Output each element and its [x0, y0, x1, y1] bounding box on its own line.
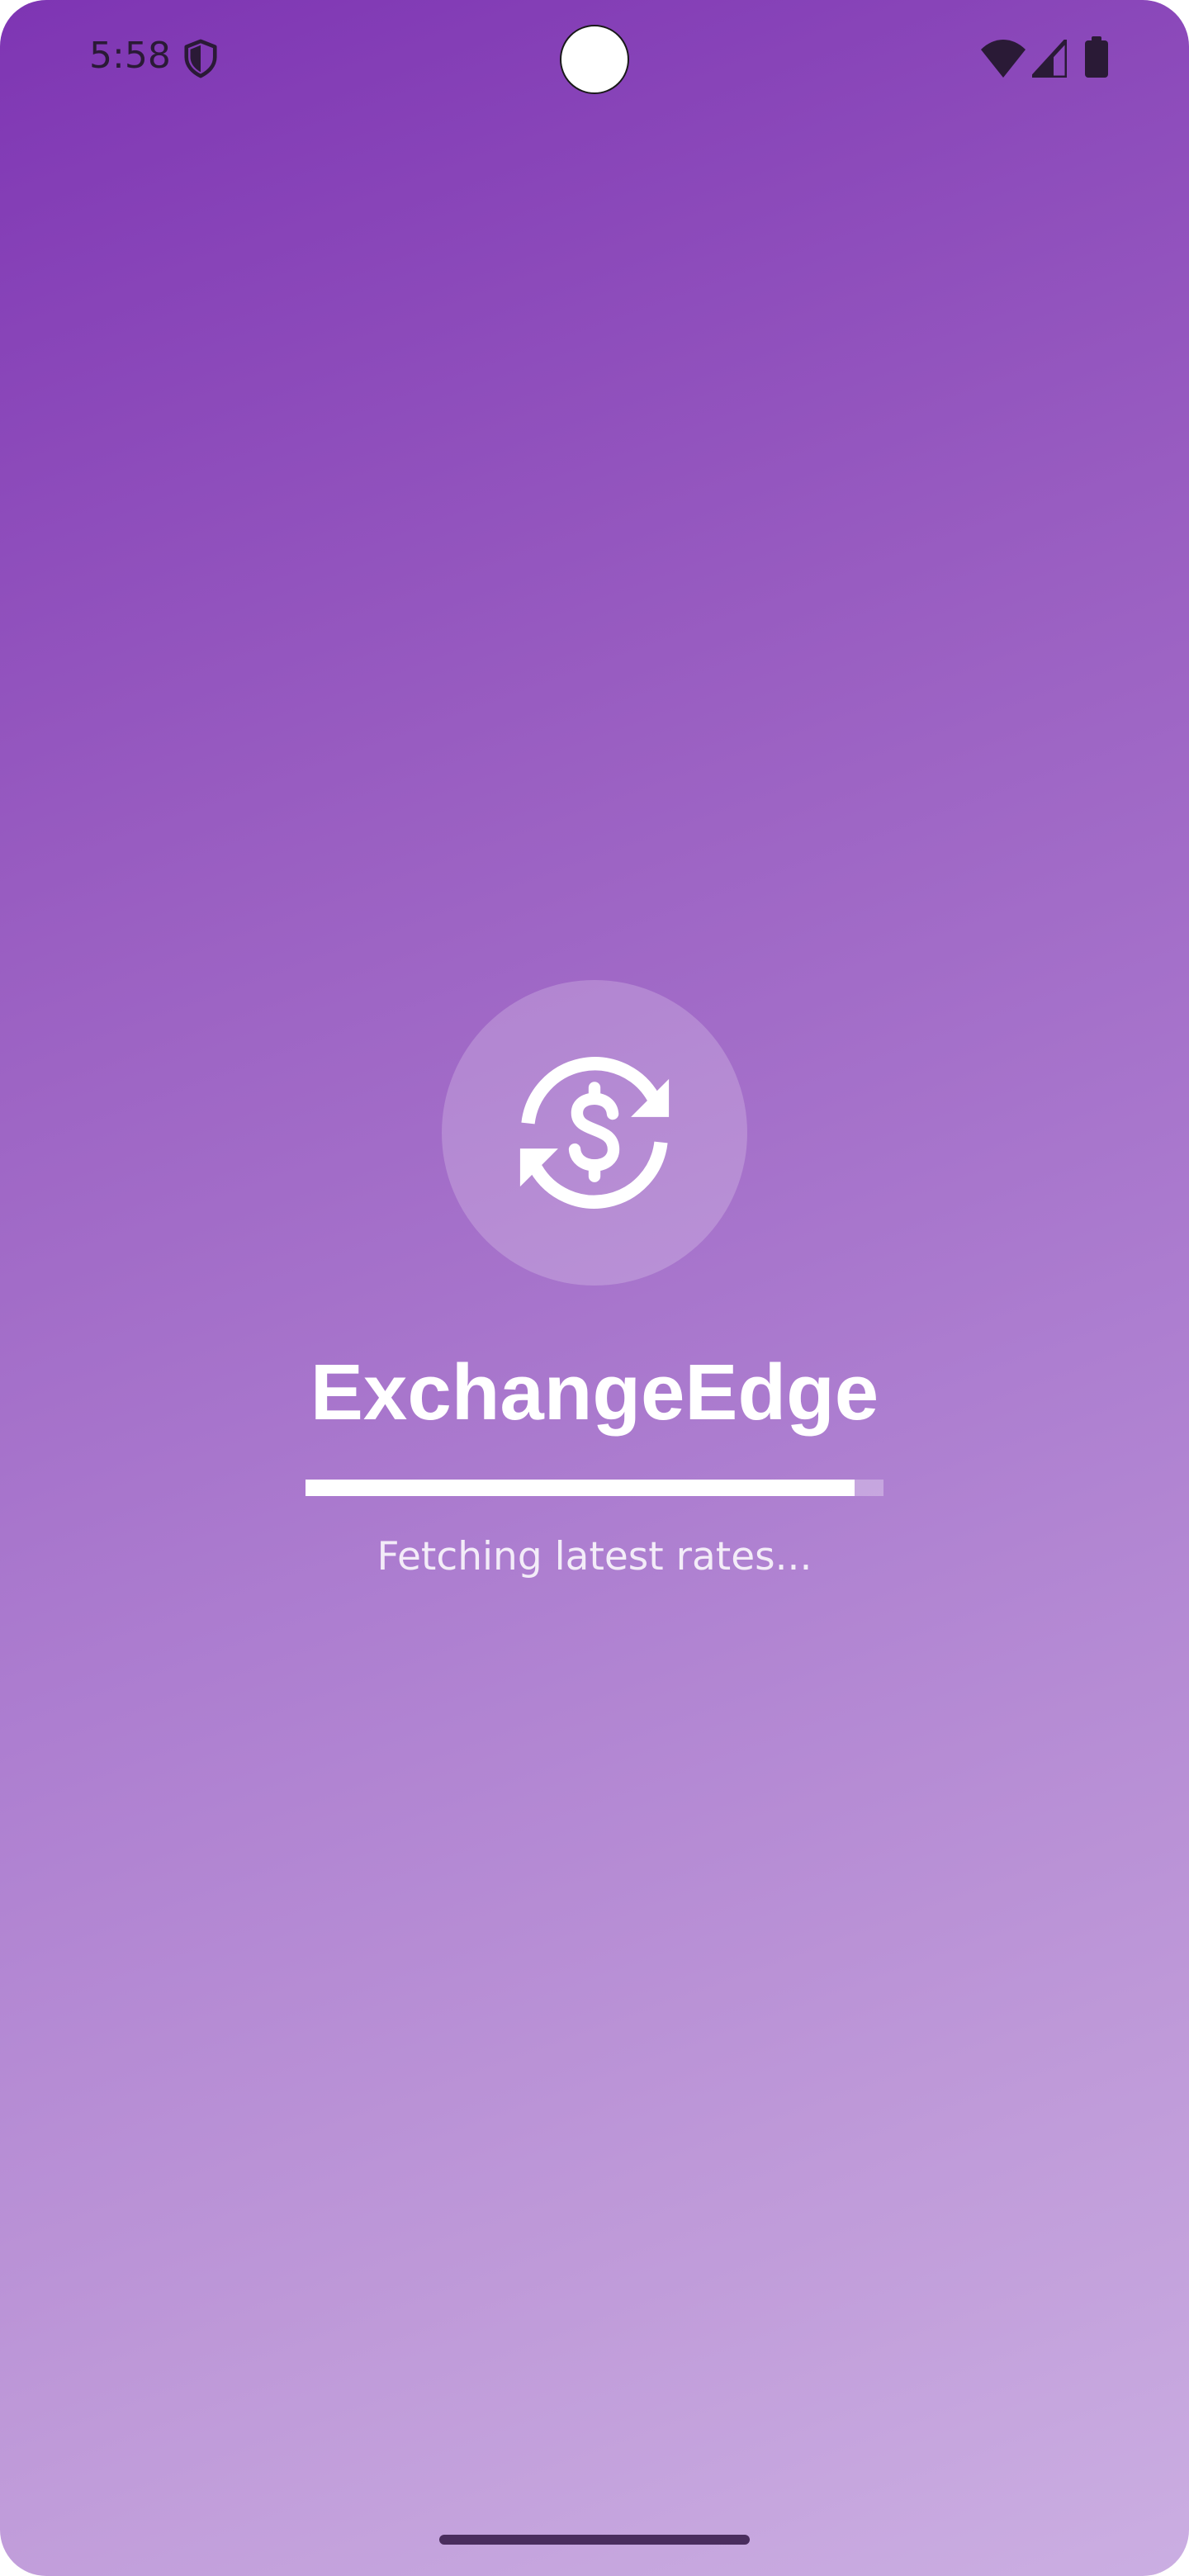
- shield-icon: [184, 39, 217, 78]
- wifi-icon: [981, 40, 1026, 78]
- loading-progress-bar: [306, 1480, 883, 1496]
- app-title: ExchangeEdge: [310, 1348, 879, 1437]
- signal-icon: [1032, 40, 1067, 78]
- battery-icon: [1085, 36, 1108, 78]
- status-time: 5:58: [89, 35, 171, 77]
- loading-status-text: Fetching latest rates...: [377, 1534, 812, 1579]
- camera-cutout: [560, 25, 629, 94]
- loading-progress-fill: [306, 1480, 855, 1496]
- splash-screen: 5:58 ExchangeEdge Fetching latest rates.…: [0, 0, 1189, 2576]
- status-bar: 5:58: [0, 0, 1189, 119]
- currency-exchange-icon: [519, 1057, 670, 1209]
- home-indicator[interactable]: [439, 2535, 750, 2545]
